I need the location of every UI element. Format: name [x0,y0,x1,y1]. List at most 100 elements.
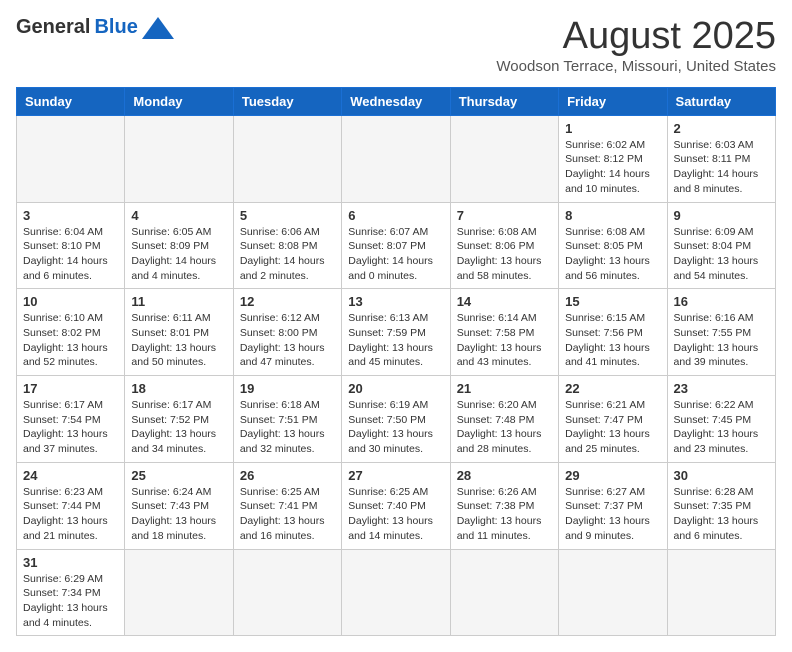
weekday-header-row: SundayMondayTuesdayWednesdayThursdayFrid… [17,87,776,115]
title-area: August 2025 Woodson Terrace, Missouri, U… [496,16,776,75]
calendar-week-4: 17Sunrise: 6:17 AMSunset: 7:54 PMDayligh… [17,376,776,463]
calendar-week-6: 31Sunrise: 6:29 AMSunset: 7:34 PMDayligh… [17,549,776,636]
calendar-cell [450,549,558,636]
day-number: 20 [348,381,443,396]
calendar-cell: 26 Sunrise: 6:25 AMSunset: 7:41 PMDayligh… [233,462,341,549]
day-number: 25 [131,468,226,483]
day-number: 10 [23,294,118,309]
calendar-cell: 4 Sunrise: 6:05 AMSunset: 8:09 PMDaylight… [125,202,233,289]
calendar-cell: 24 Sunrise: 6:23 AMSunset: 7:44 PMDayligh… [17,462,125,549]
calendar-cell: 21Sunrise: 6:20 AMSunset: 7:48 PMDayligh… [450,376,558,463]
day-info: Sunrise: 6:26 AMSunset: 7:38 PMDaylight:… [457,485,552,544]
day-info: Sunrise: 6:27 AMSunset: 7:37 PMDaylight:… [565,485,660,544]
calendar-cell [233,115,341,202]
weekday-header-thursday: Thursday [450,87,558,115]
calendar-cell: 5 Sunrise: 6:06 AMSunset: 8:08 PMDaylight… [233,202,341,289]
day-number: 27 [348,468,443,483]
calendar-cell: 16Sunrise: 6:16 AMSunset: 7:55 PMDayligh… [667,289,775,376]
weekday-header-friday: Friday [559,87,667,115]
day-number: 7 [457,208,552,223]
day-number: 22 [565,381,660,396]
day-number: 6 [348,208,443,223]
day-number: 30 [674,468,769,483]
day-number: 3 [23,208,118,223]
day-number: 4 [131,208,226,223]
day-info: Sunrise: 6:17 AMSunset: 7:52 PMDaylight:… [131,398,226,457]
day-number: 13 [348,294,443,309]
day-info: Sunrise: 6:28 AMSunset: 7:35 PMDaylight:… [674,485,769,544]
calendar-cell: 3Sunrise: 6:04 AMSunset: 8:10 PMDaylight… [17,202,125,289]
calendar-cell: 8 Sunrise: 6:08 AMSunset: 8:05 PMDaylight… [559,202,667,289]
calendar-week-5: 24 Sunrise: 6:23 AMSunset: 7:44 PMDayligh… [17,462,776,549]
calendar-cell: 12Sunrise: 6:12 AMSunset: 8:00 PMDayligh… [233,289,341,376]
day-number: 17 [23,381,118,396]
day-number: 18 [131,381,226,396]
calendar-cell [342,549,450,636]
weekday-header-sunday: Sunday [17,87,125,115]
day-info: Sunrise: 6:18 AMSunset: 7:51 PMDaylight:… [240,398,335,457]
calendar-cell: 20 Sunrise: 6:19 AMSunset: 7:50 PMDayligh… [342,376,450,463]
day-info: Sunrise: 6:25 AMSunset: 7:41 PMDaylight:… [240,485,335,544]
day-number: 14 [457,294,552,309]
day-number: 9 [674,208,769,223]
day-info: Sunrise: 6:11 AMSunset: 8:01 PMDaylight:… [131,311,226,370]
day-info: Sunrise: 6:20 AMSunset: 7:48 PMDaylight:… [457,398,552,457]
calendar-week-3: 10Sunrise: 6:10 AMSunset: 8:02 PMDayligh… [17,289,776,376]
day-number: 5 [240,208,335,223]
calendar-cell [17,115,125,202]
day-info: Sunrise: 6:07 AMSunset: 8:07 PMDaylight:… [348,225,443,284]
calendar-cell [342,115,450,202]
calendar-cell [125,549,233,636]
day-number: 26 [240,468,335,483]
weekday-header-wednesday: Wednesday [342,87,450,115]
day-info: Sunrise: 6:19 AMSunset: 7:50 PMDaylight:… [348,398,443,457]
day-number: 2 [674,121,769,136]
calendar-cell: 9 Sunrise: 6:09 AMSunset: 8:04 PMDaylight… [667,202,775,289]
calendar-cell: 1Sunrise: 6:02 AMSunset: 8:12 PMDaylight… [559,115,667,202]
day-info: Sunrise: 6:03 AMSunset: 8:11 PMDaylight:… [674,138,769,197]
day-info: Sunrise: 6:02 AMSunset: 8:12 PMDaylight:… [565,138,660,197]
location-title: Woodson Terrace, Missouri, United States [496,58,776,75]
day-number: 23 [674,381,769,396]
day-info: Sunrise: 6:09 AMSunset: 8:04 PMDaylight:… [674,225,769,284]
logo-general-text: General [16,16,90,39]
calendar-cell [233,549,341,636]
calendar-cell: 28Sunrise: 6:26 AMSunset: 7:38 PMDayligh… [450,462,558,549]
calendar-cell: 6 Sunrise: 6:07 AMSunset: 8:07 PMDaylight… [342,202,450,289]
weekday-header-monday: Monday [125,87,233,115]
calendar-cell: 18 Sunrise: 6:17 AMSunset: 7:52 PMDayligh… [125,376,233,463]
weekday-header-tuesday: Tuesday [233,87,341,115]
day-info: Sunrise: 6:23 AMSunset: 7:44 PMDaylight:… [23,485,118,544]
day-number: 24 [23,468,118,483]
calendar-cell: 19Sunrise: 6:18 AMSunset: 7:51 PMDayligh… [233,376,341,463]
day-number: 15 [565,294,660,309]
calendar-cell [125,115,233,202]
calendar-cell: 25 Sunrise: 6:24 AMSunset: 7:43 PMDayligh… [125,462,233,549]
calendar-cell [667,549,775,636]
day-number: 8 [565,208,660,223]
calendar-cell: 17Sunrise: 6:17 AMSunset: 7:54 PMDayligh… [17,376,125,463]
calendar-week-1: 1Sunrise: 6:02 AMSunset: 8:12 PMDaylight… [17,115,776,202]
calendar-cell: 7 Sunrise: 6:08 AMSunset: 8:06 PMDaylight… [450,202,558,289]
day-number: 31 [23,555,118,570]
day-info: Sunrise: 6:05 AMSunset: 8:09 PMDaylight:… [131,225,226,284]
day-number: 29 [565,468,660,483]
day-info: Sunrise: 6:16 AMSunset: 7:55 PMDaylight:… [674,311,769,370]
day-number: 11 [131,294,226,309]
calendar-cell: 27 Sunrise: 6:25 AMSunset: 7:40 PMDayligh… [342,462,450,549]
logo-icon [142,17,174,39]
calendar-cell [559,549,667,636]
day-info: Sunrise: 6:24 AMSunset: 7:43 PMDaylight:… [131,485,226,544]
calendar-cell [450,115,558,202]
calendar-cell: 31Sunrise: 6:29 AMSunset: 7:34 PMDayligh… [17,549,125,636]
day-info: Sunrise: 6:08 AMSunset: 8:06 PMDaylight:… [457,225,552,284]
day-info: Sunrise: 6:25 AMSunset: 7:40 PMDaylight:… [348,485,443,544]
day-info: Sunrise: 6:15 AMSunset: 7:56 PMDaylight:… [565,311,660,370]
calendar-cell: 29 Sunrise: 6:27 AMSunset: 7:37 PMDayligh… [559,462,667,549]
day-info: Sunrise: 6:21 AMSunset: 7:47 PMDaylight:… [565,398,660,457]
logo-area: General Blue [16,16,174,39]
calendar-cell: 14Sunrise: 6:14 AMSunset: 7:58 PMDayligh… [450,289,558,376]
day-info: Sunrise: 6:08 AMSunset: 8:05 PMDaylight:… [565,225,660,284]
calendar-cell: 11 Sunrise: 6:11 AMSunset: 8:01 PMDayligh… [125,289,233,376]
day-info: Sunrise: 6:06 AMSunset: 8:08 PMDaylight:… [240,225,335,284]
